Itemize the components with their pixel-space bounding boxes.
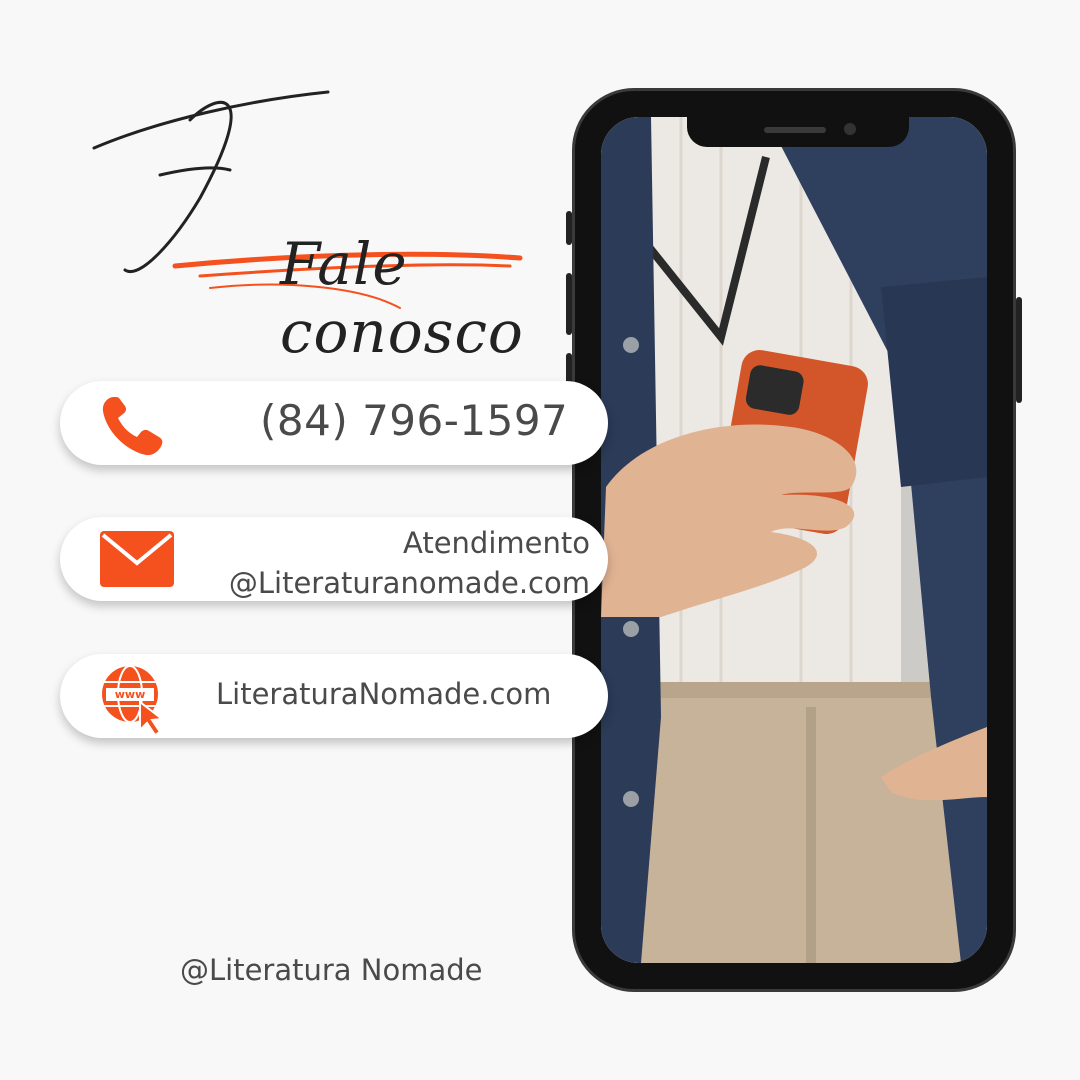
- page-title: Fale conosco: [280, 230, 524, 366]
- title-block: Fale conosco: [80, 80, 550, 366]
- email-label: Atendimento: [403, 526, 590, 560]
- phone-mockup: [566, 88, 1022, 992]
- phone-icon: [102, 397, 163, 456]
- person-holding-phone-photo: [601, 117, 987, 963]
- email-text: Atendimento @Literaturanomade.com: [229, 523, 590, 603]
- front-camera: [844, 123, 856, 135]
- footer-social-handle: @Literatura Nomade: [180, 953, 483, 987]
- www-globe-cursor-icon: www: [102, 665, 165, 736]
- phone-number: (84) 796-1597: [260, 396, 569, 445]
- website-contact-card[interactable]: www LiteraturaNomade.com: [60, 654, 608, 738]
- email-address: @Literaturanomade.com: [228, 566, 590, 600]
- email-contact-card[interactable]: Atendimento @Literaturanomade.com: [60, 517, 608, 601]
- volume-up-button: [566, 273, 572, 335]
- side-button: [566, 211, 572, 245]
- power-button: [1016, 297, 1022, 403]
- speaker-grille: [764, 127, 826, 133]
- phone-notch: [687, 117, 909, 147]
- phone-screen-photo: [601, 117, 987, 963]
- envelope-icon: [100, 531, 174, 587]
- svg-text:www: www: [115, 688, 146, 701]
- website-link: LiteraturaNomade.com: [216, 677, 552, 711]
- phone-contact-card[interactable]: (84) 796-1597: [60, 381, 608, 465]
